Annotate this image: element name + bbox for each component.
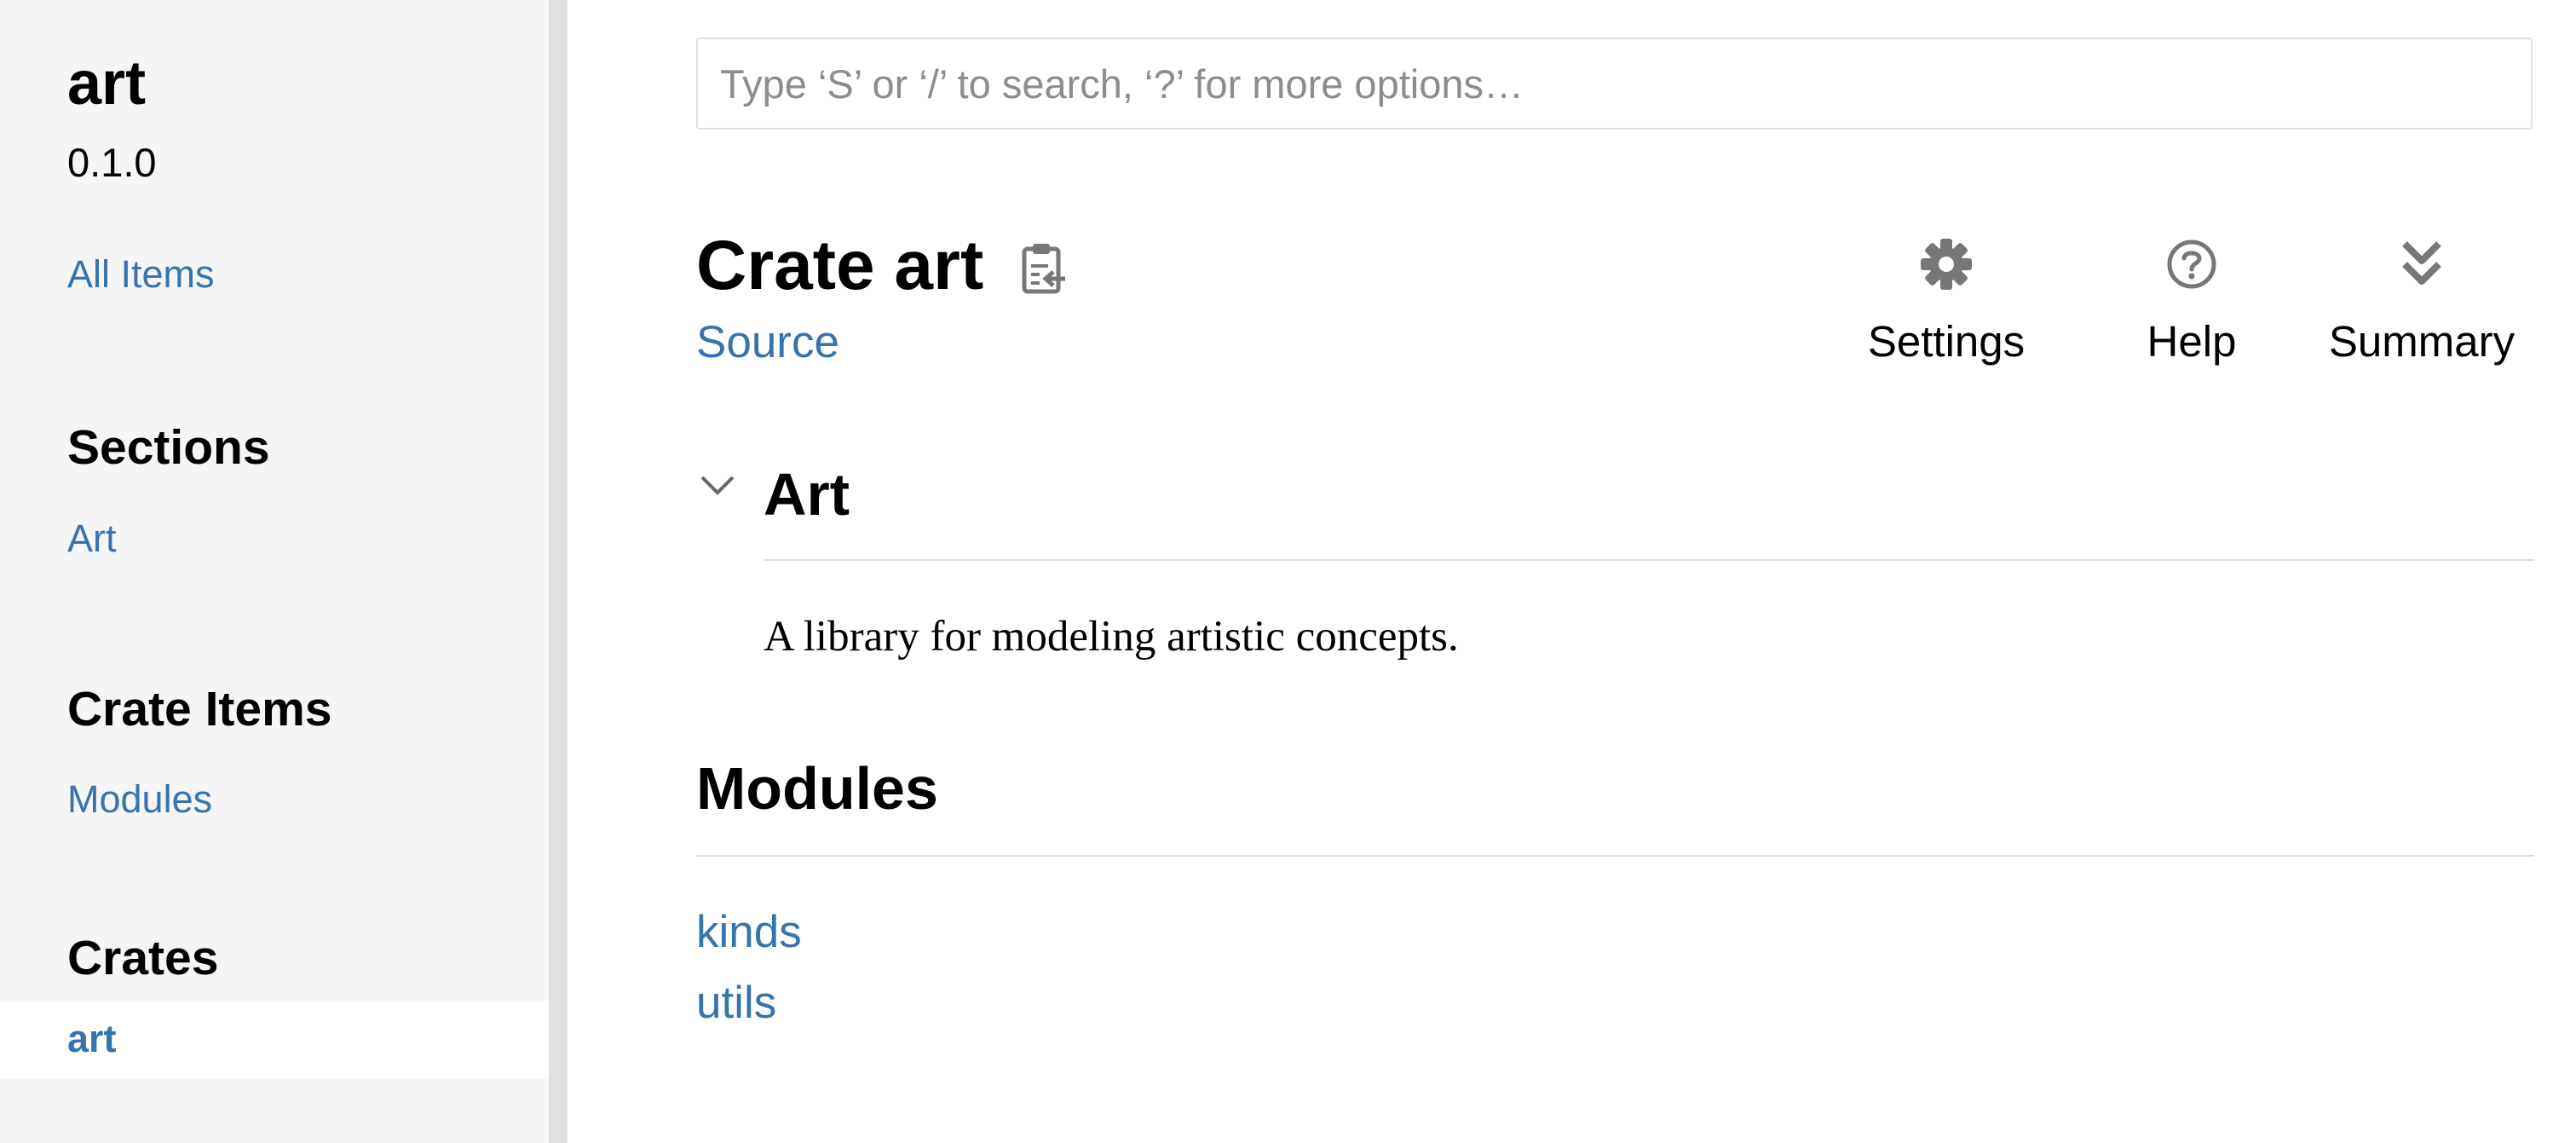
- page-title: Crate art: [696, 227, 984, 304]
- crates-heading: Crates: [67, 931, 219, 985]
- module-link-kinds[interactable]: kinds: [696, 903, 802, 961]
- section-divider: [764, 559, 2534, 561]
- help-button[interactable]: Help: [2128, 235, 2256, 380]
- all-items-link[interactable]: All Items: [67, 249, 215, 300]
- modules-heading: Modules: [696, 755, 938, 822]
- settings-button[interactable]: Settings: [1858, 235, 2035, 380]
- crate-items-heading: Crate Items: [67, 682, 332, 736]
- summary-label: Summary: [2328, 317, 2515, 366]
- crate-description: A library for modeling artistic concepts…: [764, 613, 1459, 661]
- sections-heading: Sections: [67, 420, 270, 475]
- clipboard-copy-icon[interactable]: [1019, 240, 1069, 295]
- double-chevron-down-icon: [2402, 241, 2441, 285]
- sidebar-resizer[interactable]: [549, 0, 568, 1143]
- module-link-utils[interactable]: utils: [696, 974, 776, 1032]
- settings-label: Settings: [1867, 317, 2026, 366]
- help-label: Help: [2147, 317, 2237, 366]
- collapse-toggle[interactable]: [699, 470, 736, 499]
- sidebar-crate-art[interactable]: art: [67, 1013, 117, 1065]
- chevron-down-icon: [700, 476, 735, 495]
- gear-icon: [1921, 239, 1972, 290]
- modules-divider: [696, 855, 2534, 857]
- crate-version: 0.1.0: [67, 140, 157, 185]
- sidebar-item-modules[interactable]: Modules: [67, 774, 212, 825]
- summary-button[interactable]: Summary: [2320, 235, 2524, 380]
- sidebar: art 0.1.0 All Items Sections Art Crate I…: [0, 0, 549, 1143]
- question-circle-icon: [2167, 240, 2216, 289]
- crate-name: art: [67, 49, 147, 118]
- sidebar-section-art[interactable]: Art: [67, 513, 117, 564]
- search-input[interactable]: [696, 38, 2533, 130]
- section-heading-art: Art: [764, 461, 850, 528]
- source-link[interactable]: Source: [696, 314, 839, 372]
